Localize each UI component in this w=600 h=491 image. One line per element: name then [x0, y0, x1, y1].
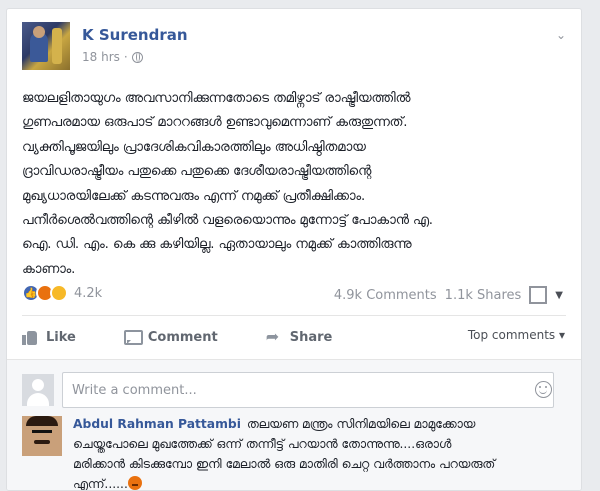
- post-text-line: വ്യക്തിപൂജയിലും പ്രാദേശികവികാരത്തിലും അധ…: [22, 139, 366, 155]
- post-text: ജയലളിതായുഗം അവസാനിക്കുന്നതോടെ തമിഴ്നാട് …: [22, 87, 570, 282]
- post-time[interactable]: 18 hrs: [82, 50, 120, 64]
- comment-count[interactable]: 4.9k Comments: [334, 288, 437, 303]
- comment: Abdul Rahman Pattambi തലയണ മന്ത്രം സിനിമയ…: [73, 414, 573, 491]
- share-audience-icon[interactable]: [529, 286, 548, 304]
- angry-emoji-icon: [127, 476, 142, 490]
- comment-button[interactable]: Comment: [123, 329, 218, 345]
- post-text-line: കാണാം.: [22, 261, 76, 277]
- top-comments-dropdown[interactable]: Top comments ▾: [468, 328, 565, 342]
- post-text-line: പനീർശെൽവത്തിന്റെ കീഴിൽ വളരെയൊന്നും മുന്ന…: [22, 213, 433, 229]
- author-name[interactable]: K Surendran: [82, 26, 188, 44]
- comment-line: മരിക്കാൻ കിടക്കുമ്പോ ഇനി മേലാൽ ഒരു മാതിര…: [73, 457, 496, 471]
- chevron-down-icon[interactable]: ▼: [555, 290, 563, 301]
- reaction-count[interactable]: 4.2k: [74, 286, 102, 301]
- post-header: K Surendran 18 hrs · ⌄: [22, 22, 568, 76]
- post-text-line: മുഖ്യധാരയിലേക്ക് കടന്നുവരും എന്ന് നമുക്ക…: [22, 188, 366, 204]
- meta-separator: ·: [123, 50, 128, 64]
- share-arrow-icon: ➦: [265, 327, 280, 346]
- share-label: Share: [289, 329, 333, 345]
- comment-input[interactable]: [62, 372, 554, 408]
- avatar-lamp: [52, 28, 62, 64]
- comment-text: എന്ന്......: [73, 477, 128, 491]
- post-text-line: ജയലളിതായുഗം അവസാനിക്കുന്നതോടെ തമിഴ്നാട് …: [22, 91, 411, 106]
- globe-icon[interactable]: [131, 51, 143, 63]
- post-card: K Surendran 18 hrs · ⌄ ജയലളിതായുഗം അവസാന…: [6, 8, 582, 491]
- chevron-down-icon[interactable]: ⌄: [554, 28, 568, 42]
- post-text-line: ദ്രാവിഡരാഷ്ട്രീയം പതുക്കെ പതുക്കെ ദേശീയര…: [22, 164, 372, 180]
- comment-icon: [123, 329, 143, 345]
- post-text-line: ഗുണപരമായ ഒരുപാട് മാററങ്ങൾ ഉണ്ടാവുമെന്നാണ…: [22, 115, 408, 131]
- viewer-avatar: [22, 374, 54, 406]
- avatar-eyes: [32, 430, 52, 434]
- share-button[interactable]: ➦ Share: [266, 329, 333, 345]
- post-text-line: ഐ. ഡി. എം. കെ ക്കു കഴിയില്ല. ഏതായാലും നമ…: [22, 237, 412, 253]
- comment-line: എന്ന്......: [73, 474, 573, 491]
- avatar-mustache: [34, 440, 50, 444]
- share-count[interactable]: 1.1k Shares: [445, 288, 522, 303]
- reaction-summary[interactable]: 👍 4.2k: [22, 284, 102, 302]
- author-avatar[interactable]: [22, 22, 70, 70]
- divider: [22, 315, 566, 316]
- comment-line: ചെയ്തപോലെ മുഖത്തേക്ക് ഒന്ന് തന്നീട്ട് പറ…: [73, 437, 452, 451]
- avatar-hair: [26, 416, 58, 426]
- commenter-name[interactable]: Abdul Rahman Pattambi: [73, 417, 241, 431]
- comment-label: Comment: [147, 329, 218, 345]
- comment-line: Abdul Rahman Pattambi തലയണ മന്ത്രം സിനിമയ…: [73, 414, 573, 434]
- post-meta: 18 hrs ·: [82, 50, 143, 64]
- thumbs-up-icon: [22, 329, 38, 345]
- like-button[interactable]: Like: [22, 329, 76, 345]
- comment-text: തലയണ മന്ത്രം സിനിമയിലെ മാമുക്കോയ: [246, 417, 476, 431]
- like-label: Like: [46, 329, 76, 345]
- comments-section: Abdul Rahman Pattambi തലയണ മന്ത്രം സിനിമയ…: [7, 359, 581, 490]
- avatar-head: [33, 26, 45, 38]
- haha-reaction-icon: [50, 284, 68, 302]
- engagement-counts: 4.9k Comments 1.1k Shares ▼: [334, 286, 563, 304]
- emoji-icon[interactable]: [535, 381, 552, 398]
- commenter-avatar[interactable]: [22, 416, 62, 456]
